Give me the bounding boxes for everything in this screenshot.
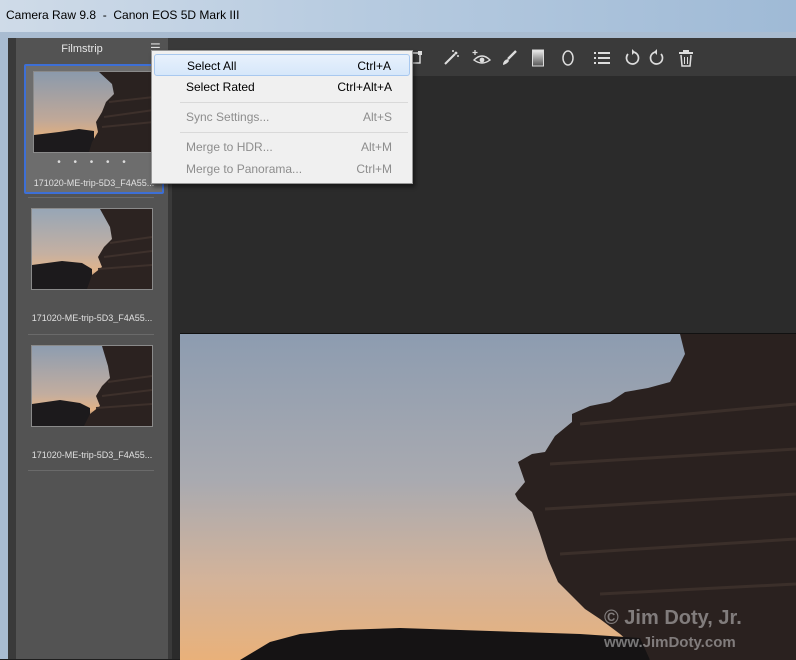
thumbnail-filename: 171020-ME-trip-5D3_F4A55...: [31, 450, 153, 460]
rating-stars[interactable]: • • • • •: [26, 157, 162, 168]
divider: [28, 470, 154, 471]
menu-item-sync-settings[interactable]: Sync Settings... Alt+S: [154, 106, 410, 128]
filmstrip-item[interactable]: 171020-ME-trip-5D3_F4A55...: [24, 203, 160, 329]
menu-item-shortcut: Alt+M: [360, 140, 392, 154]
thumbnail-image: [33, 71, 155, 153]
thumbnail-filename: 171020-ME-trip-5D3_F4A55...: [33, 178, 155, 188]
menu-item-select-all[interactable]: Select All Ctrl+A: [154, 54, 410, 76]
filmstrip-item[interactable]: 171020-ME-trip-5D3_F4A55...: [24, 340, 160, 466]
divider: [28, 197, 154, 198]
menu-item-shortcut: Ctrl+Alt+A: [337, 80, 392, 94]
filmstrip-title: Filmstrip: [61, 43, 103, 55]
spot-removal-icon[interactable]: [441, 48, 461, 68]
menu-item-merge-panorama[interactable]: Merge to Panorama... Ctrl+M: [154, 158, 410, 180]
menu-item-label: Merge to HDR...: [186, 140, 273, 154]
menu-separator: [180, 132, 408, 133]
preferences-list-icon[interactable]: [592, 48, 612, 68]
menu-item-shortcut: Ctrl+M: [356, 162, 392, 176]
divider: [28, 334, 154, 335]
menu-item-merge-hdr[interactable]: Merge to HDR... Alt+M: [154, 136, 410, 158]
watermark-copyright: © Jim Doty, Jr.: [604, 607, 742, 629]
graduated-filter-icon[interactable]: [528, 48, 548, 68]
trash-icon[interactable]: [676, 48, 696, 68]
menu-item-label: Select Rated: [186, 80, 255, 94]
menu-item-shortcut: Ctrl+A: [357, 59, 391, 73]
menu-item-select-rated[interactable]: Select Rated Ctrl+Alt+A: [154, 76, 410, 98]
menu-item-label: Select All: [187, 59, 237, 73]
menu-item-label: Merge to Panorama...: [186, 162, 303, 176]
menu-separator: [180, 102, 408, 103]
menu-item-label: Sync Settings...: [186, 110, 270, 124]
thumbnail-filename: 171020-ME-trip-5D3_F4A55...: [31, 313, 153, 323]
filmstrip-context-menu: Select All Ctrl+A Select Rated Ctrl+Alt+…: [151, 50, 413, 184]
window-title: Camera Raw 9.8 - Canon EOS 5D Mark III: [6, 8, 240, 22]
menu-item-shortcut: Alt+S: [362, 110, 392, 124]
red-eye-icon[interactable]: [472, 48, 492, 68]
adjustment-brush-icon[interactable]: [499, 48, 519, 68]
thumbnail-image: [31, 208, 153, 290]
filmstrip-header: Filmstrip: [16, 40, 168, 60]
filmstrip-item[interactable]: • • • • • 171020-ME-trip-5D3_F4A55...: [24, 64, 164, 194]
rotate-left-icon[interactable]: [622, 48, 642, 68]
thumbnail-image: [31, 345, 153, 427]
rotate-right-icon[interactable]: [647, 48, 667, 68]
watermark-url: www.JimDoty.com: [604, 634, 736, 651]
radial-filter-icon[interactable]: [558, 48, 578, 68]
title-bar: Camera Raw 9.8 - Canon EOS 5D Mark III: [0, 0, 796, 32]
